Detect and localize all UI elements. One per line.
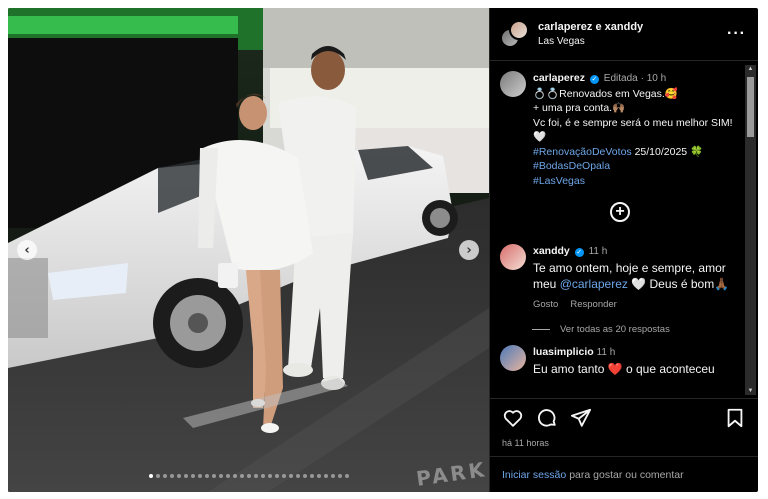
- carousel-dot: [316, 474, 321, 478]
- comment-text: Eu amo tanto ❤️ o que aconteceu: [533, 361, 715, 376]
- post-side-panel: carlaperez e xanddy Las Vegas ··· carlap…: [489, 8, 758, 492]
- comment-time: 11 h: [596, 347, 616, 358]
- login-prompt: para gostar ou comentar: [569, 468, 684, 481]
- carousel-dot: [148, 474, 153, 478]
- carousel-dot: [225, 474, 230, 478]
- carousel-dot: [155, 474, 160, 478]
- carousel-dot: [204, 474, 209, 478]
- caption-line: 💍💍Renovados em Vegas.🥰: [533, 87, 678, 100]
- carousel-dot: [162, 474, 167, 478]
- carousel-dot: [253, 474, 258, 478]
- carousel-dot: [344, 474, 349, 478]
- post-authors[interactable]: carlaperez e xanddy: [538, 21, 727, 33]
- comments-scrollbar[interactable]: ▲ ▼: [745, 65, 756, 395]
- carousel-dot: [176, 474, 181, 478]
- avatar[interactable]: [500, 345, 526, 371]
- carousel-dot: [260, 474, 265, 478]
- action-icons: [502, 407, 746, 429]
- action-bar: há 11 horas: [490, 398, 758, 456]
- previous-photo-button[interactable]: ‹: [17, 240, 37, 260]
- post-time-ago: há 11 horas: [502, 438, 549, 448]
- verified-badge-icon: ✓: [589, 75, 599, 84]
- hashtag-link[interactable]: #RenovaçãoDeVotos: [533, 146, 632, 158]
- login-bar: Iniciar sessão para gostar ou comentar: [490, 456, 758, 492]
- edited-label: Editada: [603, 73, 638, 84]
- header-text: carlaperez e xanddy Las Vegas: [538, 21, 727, 47]
- bookmark-icon[interactable]: [724, 407, 746, 429]
- carousel-dot: [190, 474, 195, 478]
- heart-icon[interactable]: [502, 407, 524, 429]
- carousel-dot: [281, 474, 286, 478]
- caption-body: carlaperez ✓ Editada · 10 h 💍💍Renovados …: [533, 71, 740, 188]
- caption-line: Vc foi, é e sempre será o meu melhor SIM…: [533, 116, 733, 144]
- carousel-dot: [218, 474, 223, 478]
- reply-button[interactable]: Responder: [570, 298, 616, 313]
- post-photo[interactable]: PARK ‹ ›: [8, 8, 489, 492]
- hashtag-link[interactable]: #BodasDeOpala: [533, 159, 740, 174]
- carousel-dot: [246, 474, 251, 478]
- carousel-dot: [337, 474, 342, 478]
- comment: luasimplicio 11 h Eu amo tanto ❤️ o que …: [500, 345, 740, 377]
- avatar[interactable]: [500, 71, 526, 97]
- page-frame: PARK ‹ › carlaperez e xanddy Las Vegas ·…: [0, 0, 768, 499]
- avatar: [509, 20, 529, 40]
- caption-date: 25/10/2025 🍀: [634, 145, 704, 158]
- hashtag-link[interactable]: #LasVegas: [533, 174, 740, 189]
- caption-line: + uma pra conta.🙌🏽: [533, 102, 626, 114]
- comment-body: luasimplicio 11 h Eu amo tanto ❤️ o que …: [533, 345, 740, 377]
- mention-link[interactable]: @carlaperez: [560, 277, 628, 291]
- comment-username[interactable]: xanddy: [533, 245, 570, 257]
- chevron-left-icon: ‹: [24, 242, 30, 258]
- avatar[interactable]: [500, 244, 526, 270]
- post-location[interactable]: Las Vegas: [538, 36, 727, 47]
- carousel-dot: [239, 474, 244, 478]
- chevron-right-icon: ›: [466, 242, 472, 258]
- comment-text: Te amo ontem, hoje e sempre, amor meu @c…: [533, 260, 730, 291]
- comments-area[interactable]: carlaperez ✓ Editada · 10 h 💍💍Renovados …: [490, 61, 758, 398]
- carousel-dot: [211, 474, 216, 478]
- carousel-dot: [183, 474, 188, 478]
- carousel-dot: [267, 474, 272, 478]
- scroll-up-icon[interactable]: ▲: [745, 66, 756, 72]
- carousel-dot: [295, 474, 300, 478]
- instagram-post-modal: PARK ‹ › carlaperez e xanddy Las Vegas ·…: [8, 8, 758, 492]
- carousel-dots: [8, 474, 489, 478]
- photo-scene: [8, 8, 489, 492]
- view-replies-label: Ver todas as 20 respostas: [560, 324, 670, 335]
- caption: carlaperez ✓ Editada · 10 h 💍💍Renovados …: [500, 71, 740, 188]
- ellipsis-icon: ···: [727, 25, 746, 42]
- next-photo-button[interactable]: ›: [459, 240, 479, 260]
- comment-actions: Gosto Responder: [533, 298, 740, 313]
- post-header: carlaperez e xanddy Las Vegas ···: [490, 8, 758, 61]
- carousel-dot: [309, 474, 314, 478]
- divider: [532, 329, 550, 330]
- collab-avatars[interactable]: [500, 20, 529, 48]
- share-icon[interactable]: [570, 407, 592, 429]
- carousel-dot: [330, 474, 335, 478]
- more-options-button[interactable]: ···: [727, 25, 746, 43]
- scroll-down-icon[interactable]: ▼: [745, 388, 756, 394]
- scrollbar-thumb[interactable]: [747, 77, 754, 137]
- comment: xanddy ✓ 11 h Te amo ontem, hoje e sempr…: [500, 244, 740, 312]
- comment-username[interactable]: luasimplicio: [533, 346, 594, 358]
- view-replies-button[interactable]: Ver todas as 20 respostas: [532, 324, 740, 335]
- comment-icon[interactable]: [536, 407, 558, 429]
- carousel-dot: [323, 474, 328, 478]
- like-comment-button[interactable]: Gosto: [533, 298, 558, 313]
- carousel-dot: [169, 474, 174, 478]
- load-more-wrap: +: [500, 202, 740, 222]
- carousel-dot: [274, 474, 279, 478]
- plus-icon: +: [615, 203, 625, 220]
- caption-username[interactable]: carlaperez: [533, 72, 585, 84]
- carousel-dot: [288, 474, 293, 478]
- load-more-comments-button[interactable]: +: [610, 202, 630, 222]
- verified-badge-icon: ✓: [574, 248, 584, 257]
- login-link[interactable]: Iniciar sessão: [502, 469, 566, 481]
- caption-time: 10 h: [646, 73, 667, 84]
- carousel-dot: [302, 474, 307, 478]
- comment-time: 11 h: [588, 246, 608, 257]
- comment-body: xanddy ✓ 11 h Te amo ontem, hoje e sempr…: [533, 244, 740, 312]
- carousel-dot: [232, 474, 237, 478]
- carousel-dot: [197, 474, 202, 478]
